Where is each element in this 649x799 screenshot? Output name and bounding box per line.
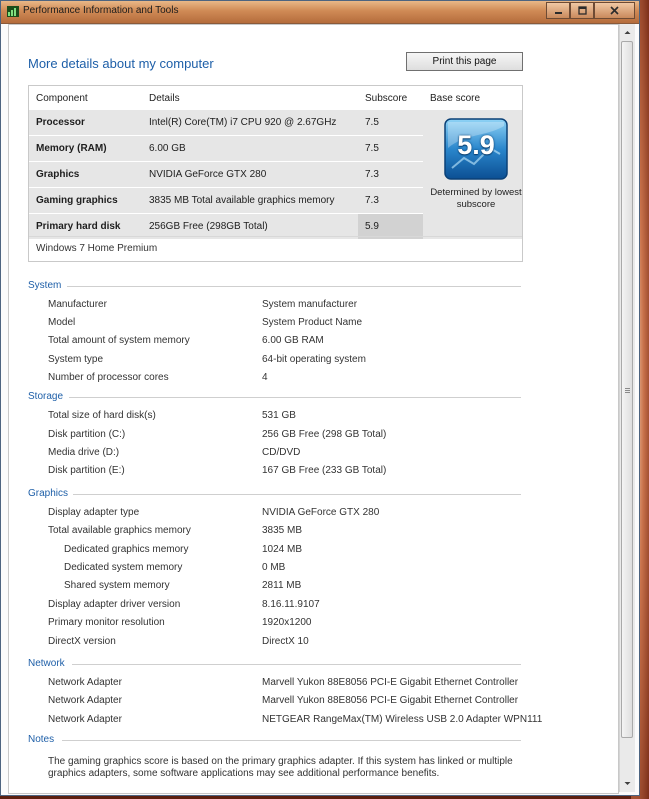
info-value: 6.00 GB RAM [262,335,324,346]
section-divider [69,397,521,398]
score-summary-box: Component Details Subscore Base score Pr… [28,85,523,262]
section-title-network: Network [28,658,65,669]
info-label: Display adapter driver version [48,599,181,610]
info-value: 1920x1200 [262,617,312,628]
base-score-badge: 5.9 [444,118,508,180]
info-value: 531 GB [262,410,296,421]
info-value: 0 MB [262,562,286,573]
section-title-storage: Storage [28,391,64,402]
info-label: Total available graphics memory [48,525,191,536]
info-label: Total size of hard disk(s) [48,410,156,421]
component-subscore: 7.3 [358,187,423,214]
section-divider [67,286,521,287]
score-row-processor: Processor Intel(R) Core(TM) i7 CPU 920 @… [29,110,522,240]
component-details: Intel(R) Core(TM) i7 CPU 920 @ 2.67GHz [142,110,358,136]
performance-window: Performance Information and Tools More d… [0,0,640,796]
component-details: 3835 MB Total available graphics memory [142,187,358,214]
info-value: 4 [262,372,268,383]
info-label: Disk partition (C:) [48,429,126,440]
info-label: Primary monitor resolution [48,617,165,628]
base-score-value: 5.9 [457,130,495,160]
maximize-icon [577,6,587,15]
perf-tools-icon [7,6,19,17]
component-name: Gaming graphics [29,187,142,214]
component-details: NVIDIA GeForce GTX 280 [142,161,358,188]
info-value: DirectX 10 [262,636,309,647]
info-value: 2811 MB [262,580,302,591]
window-controls [546,2,635,19]
info-label: Network Adapter [48,695,122,706]
info-value: 1024 MB [262,544,303,555]
score-table-header: Component Details Subscore Base score [29,86,522,110]
component-details: 6.00 GB [142,135,358,162]
base-score-cell: 5.9 Determined by lowest subscore [423,110,522,240]
info-value: Marvell Yukon 88E8056 PCI-E Gigabit Ethe… [262,677,519,688]
minimize-icon [554,12,562,14]
component-name: Memory (RAM) [29,135,142,162]
base-score-note: Determined by lowest subscore [430,187,522,210]
score-table: Component Details Subscore Base score Pr… [29,86,522,240]
info-value: System manufacturer [262,299,358,310]
info-value: 256 GB Free (298 GB Total) [262,429,387,440]
scrollbar-thumb[interactable] [621,41,633,738]
minimize-button[interactable] [546,2,570,19]
info-value: NETGEAR RangeMax(TM) Wireless USB 2.0 Ad… [262,714,543,725]
info-label: Number of processor cores [48,372,169,383]
windows-edition: Windows 7 Home Premium [36,243,158,254]
info-value: 64-bit operating system [262,354,366,365]
component-name: Graphics [29,161,142,188]
info-value: CD/DVD [262,447,301,458]
column-header-component: Component [36,92,88,104]
print-page-button[interactable]: Print this page [406,52,523,71]
section-title-system: System [28,280,62,291]
info-label: Network Adapter [48,714,122,725]
info-value: 8.16.11.9107 [262,599,320,610]
scroll-down-arrow-icon[interactable] [623,779,632,788]
column-header-subscore: Subscore [365,92,408,104]
section-title-notes: Notes [28,734,55,745]
info-label: Model [48,317,76,328]
info-value: 3835 MB [262,525,303,536]
component-name: Processor [29,110,142,136]
info-label: Media drive (D:) [48,447,120,458]
info-label: Dedicated graphics memory [64,544,189,555]
section-divider [73,494,521,495]
info-value: 167 GB Free (233 GB Total) [262,465,387,476]
section-divider [62,740,521,741]
content-area: More details about my computer Print thi… [8,24,619,794]
notes-text: The gaming graphics score is based on th… [48,756,513,779]
column-header-details: Details [149,92,180,104]
info-value: NVIDIA GeForce GTX 280 [262,507,380,518]
component-subscore: 7.3 [358,161,423,188]
info-label: Total amount of system memory [48,335,190,346]
column-header-base-score: Base score [430,92,481,104]
component-subscore: 7.5 [358,110,423,136]
scroll-up-arrow-icon[interactable] [623,28,632,37]
info-value: Marvell Yukon 88E8056 PCI-E Gigabit Ethe… [262,695,519,706]
section-title-graphics: Graphics [28,488,69,499]
info-label: System type [48,354,104,365]
info-label: DirectX version [48,636,116,647]
close-button[interactable] [594,2,635,19]
vertical-scrollbar[interactable] [619,24,635,792]
info-label: Display adapter type [48,507,140,518]
info-label: Disk partition (E:) [48,465,125,476]
close-icon [610,6,619,15]
info-label: Shared system memory [64,580,170,591]
title-bar[interactable]: Performance Information and Tools [1,1,639,24]
section-divider [72,664,521,665]
info-label: Manufacturer [48,299,107,310]
maximize-button[interactable] [570,2,594,19]
info-label: Network Adapter [48,677,122,688]
info-value: System Product Name [262,317,363,328]
window-title: Performance Information and Tools [23,5,179,16]
info-label: Dedicated system memory [64,562,183,573]
component-subscore: 7.5 [358,135,423,162]
page-heading: More details about my computer [28,56,214,71]
scroll-grip-icon [625,388,630,393]
